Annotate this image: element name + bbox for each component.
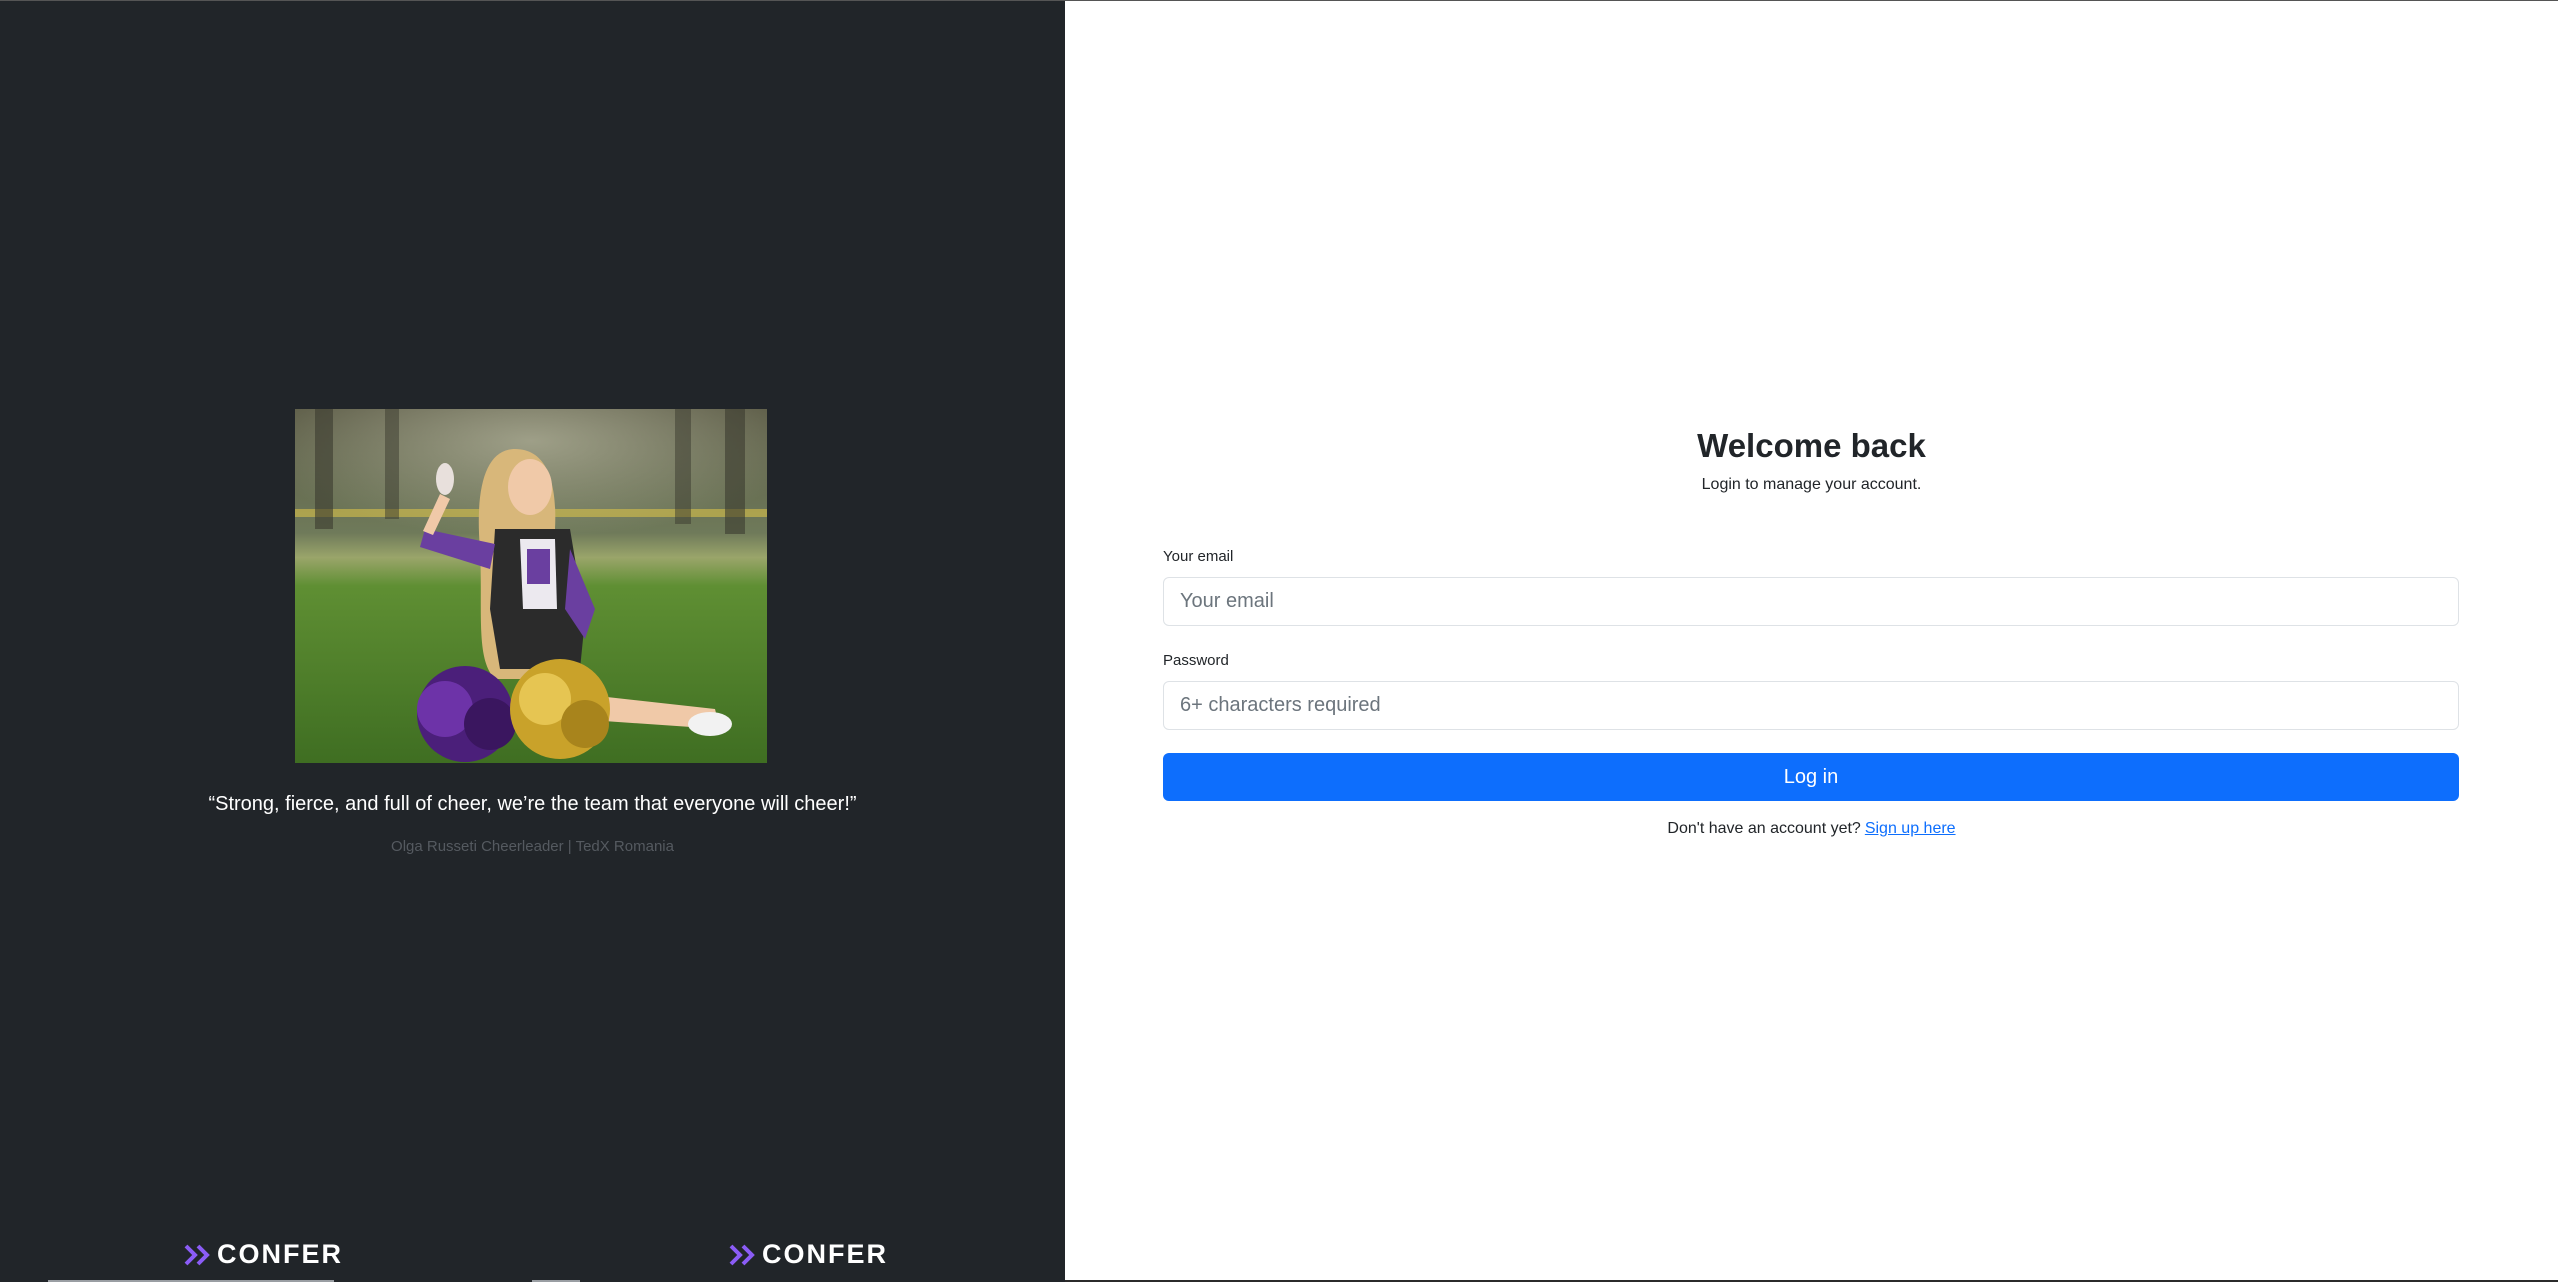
testimonial-quote: “Strong, fierce, and full of cheer, we’r…: [208, 793, 857, 815]
page-title: Welcome back: [1697, 427, 1926, 464]
double-chevron-icon: [729, 1244, 755, 1265]
page-subtitle: Login to manage your account.: [1701, 476, 1922, 493]
testimonial-panel: “Strong, fierce, and full of cheer, we’r…: [0, 1, 1065, 1282]
password-label: Password: [1163, 652, 1229, 669]
email-label: Your email: [1163, 548, 1234, 565]
double-chevron-icon: [184, 1244, 210, 1265]
signup-prompt: Don't have an account yet? Sign up here: [1065, 819, 2558, 839]
signup-prompt-text: Don't have an account yet?: [1667, 820, 1861, 837]
confer-logo: CONFER: [729, 1239, 888, 1270]
login-button[interactable]: Log in: [1163, 753, 2459, 801]
password-field[interactable]: [1163, 681, 2459, 730]
cheerleader-photo: [295, 409, 767, 763]
page: “Strong, fierce, and full of cheer, we’r…: [0, 0, 2558, 1282]
email-field[interactable]: [1163, 577, 2459, 626]
logo-text: CONFER: [217, 1239, 343, 1269]
logo-text: CONFER: [762, 1239, 888, 1269]
testimonial-attribution: Olga Russeti Cheerleader | TedX Romania: [391, 838, 674, 855]
signup-link[interactable]: Sign up here: [1865, 820, 1956, 837]
confer-logo: CONFER: [184, 1239, 343, 1270]
login-panel: Welcome back Login to manage your accoun…: [1065, 1, 2558, 1282]
